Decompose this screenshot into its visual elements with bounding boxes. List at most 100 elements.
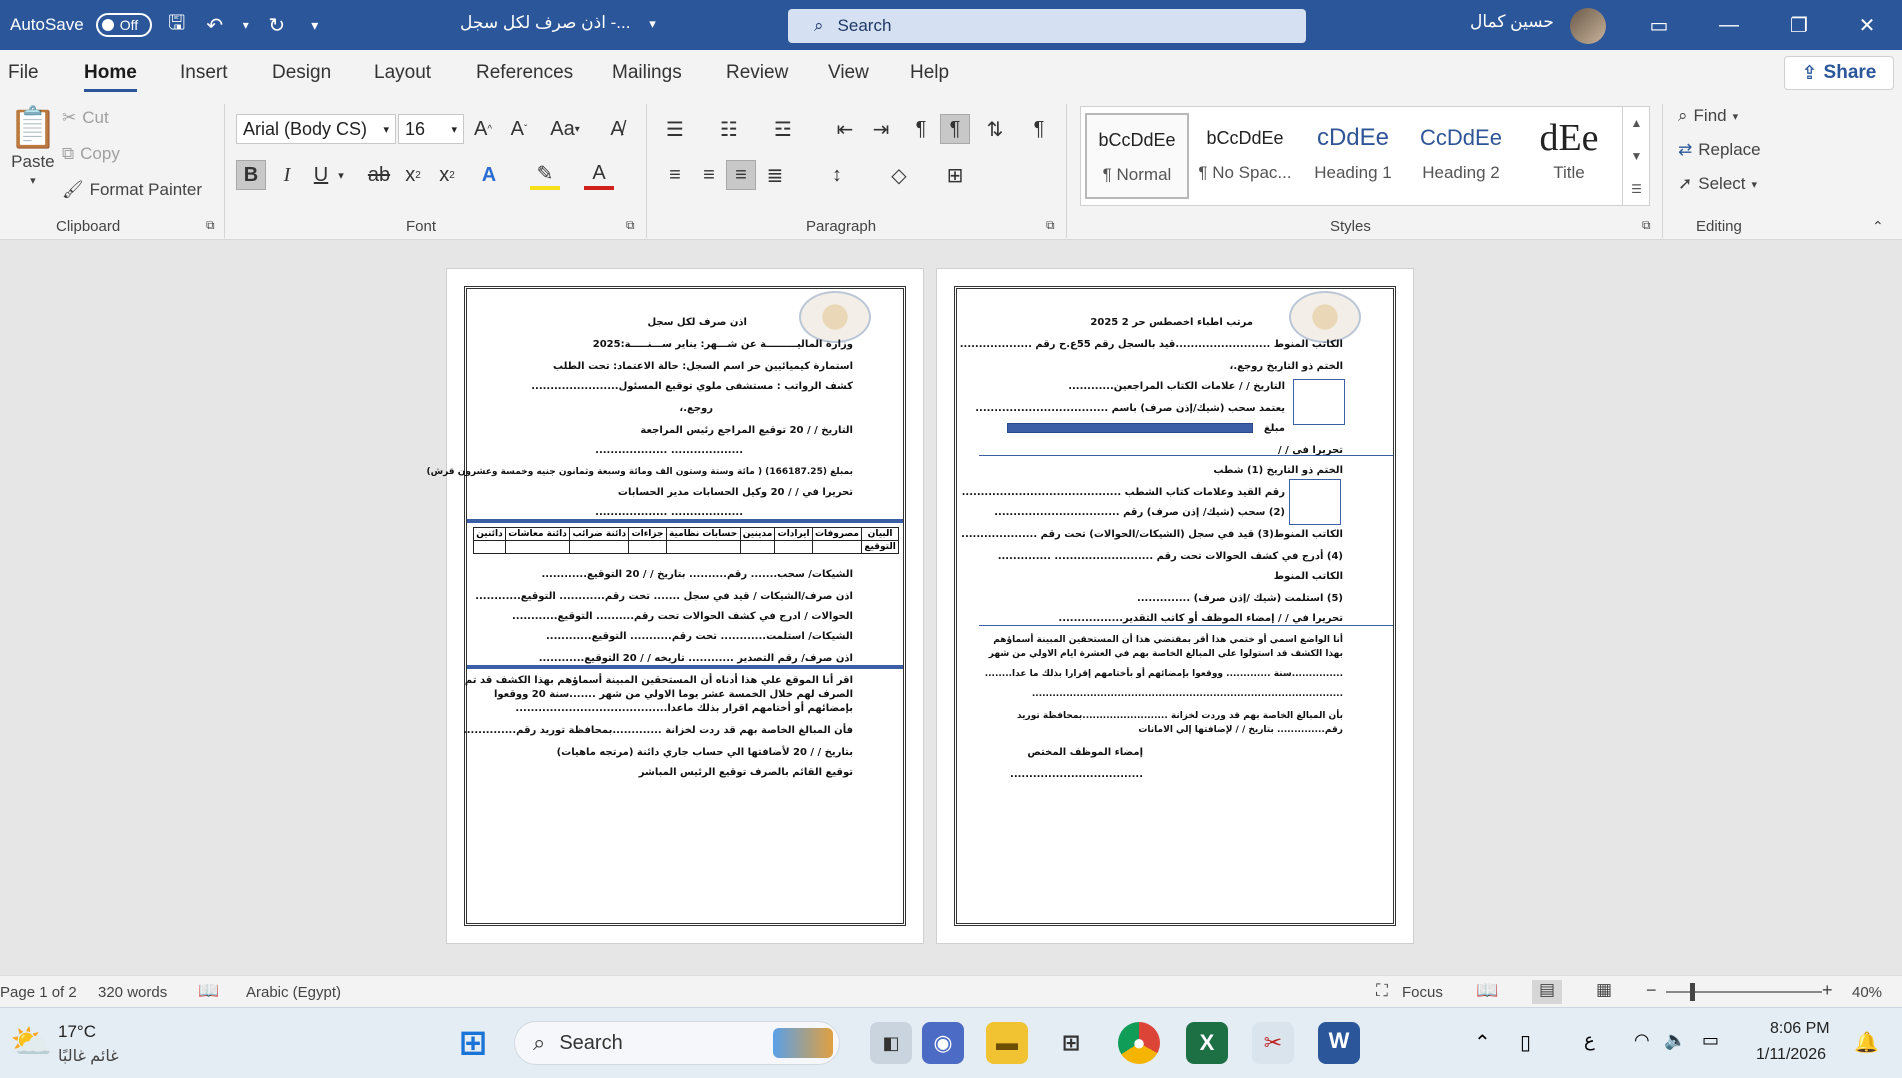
clock-date[interactable]: 1/11/2026 xyxy=(1756,1046,1826,1064)
tab-layout[interactable]: Layout xyxy=(374,62,431,84)
show-formatting-icon[interactable]: ¶ xyxy=(1024,114,1054,144)
chevron-up-icon[interactable]: ▲ xyxy=(1631,116,1643,130)
text-effects-icon[interactable]: A xyxy=(474,160,504,190)
style-heading-2[interactable]: CcDdEe Heading 2 xyxy=(1409,113,1513,199)
autosave-toggle[interactable]: Off xyxy=(95,13,152,37)
ribbon-display-icon[interactable]: ▭ xyxy=(1624,0,1694,50)
snipping-tool-icon[interactable]: ✂ xyxy=(1252,1022,1294,1064)
style-heading-1[interactable]: cDdEe Heading 1 xyxy=(1301,113,1405,199)
tab-file[interactable]: File xyxy=(8,62,39,84)
zoom-in-icon[interactable]: + xyxy=(1822,980,1833,1001)
bold-icon[interactable]: B xyxy=(236,160,266,190)
decrease-indent-icon[interactable]: ⇤ xyxy=(830,114,860,144)
style-title[interactable]: dEe Title xyxy=(1517,113,1621,199)
title-search-box[interactable]: ⌕ Search xyxy=(788,9,1306,43)
zoom-slider[interactable] xyxy=(1666,983,1822,1001)
subscript-icon[interactable]: x2 xyxy=(398,160,428,190)
superscript-icon[interactable]: x2 xyxy=(432,160,462,190)
align-center-icon[interactable]: ≡ xyxy=(694,160,724,190)
notification-bell-icon[interactable]: 🔔 xyxy=(1854,1030,1879,1055)
chrome-icon[interactable]: ● xyxy=(1118,1022,1160,1064)
file-explorer-icon[interactable]: ▬ xyxy=(986,1022,1028,1064)
style-no-spacing[interactable]: bCcDdEe ¶ No Spac... xyxy=(1193,113,1297,199)
strikethrough-icon[interactable]: ab xyxy=(364,160,394,190)
clock-time[interactable]: 8:06 PM xyxy=(1770,1020,1830,1038)
web-layout-icon[interactable]: ▦ xyxy=(1596,980,1612,1000)
restore-icon[interactable]: ❐ xyxy=(1764,0,1834,50)
tab-insert[interactable]: Insert xyxy=(180,62,228,84)
rtl-icon[interactable]: ¶ xyxy=(940,114,970,144)
italic-icon[interactable]: I xyxy=(272,160,302,190)
line-spacing-icon[interactable]: ↕ xyxy=(822,160,852,190)
share-button[interactable]: ⇪ Share xyxy=(1784,56,1894,90)
dialog-launcher-icon[interactable]: ⧉ xyxy=(626,218,635,233)
tab-design[interactable]: Design xyxy=(272,62,331,84)
wifi-icon[interactable]: ◠ xyxy=(1634,1030,1650,1051)
read-mode-icon[interactable]: 📖 xyxy=(1476,980,1498,1001)
page-1[interactable]: اذن صرف لكل سجل وزارة الماليـــــــــة ع… xyxy=(427,268,924,944)
align-right-icon[interactable]: ≡ xyxy=(726,160,756,190)
cut-button[interactable]: ✂ Cut xyxy=(62,108,109,128)
teams-icon[interactable]: ◉ xyxy=(922,1022,964,1064)
tab-references[interactable]: References xyxy=(476,62,573,84)
weather-icon[interactable]: ⛅ xyxy=(10,1022,52,1062)
device-icon[interactable]: ▯ xyxy=(1520,1030,1531,1055)
page-2[interactable]: مرتب اطباء اخصطس حر 2 2025 الكاتب المنوط… xyxy=(936,268,1414,944)
document-area[interactable]: اذن صرف لكل سجل وزارة الماليـــــــــة ع… xyxy=(0,240,1902,975)
more-styles-icon[interactable]: ☰ xyxy=(1631,182,1642,196)
shading-icon[interactable]: ◇ xyxy=(884,160,914,190)
select-button[interactable]: ➚ Select ▾ xyxy=(1678,174,1757,194)
close-icon[interactable]: ✕ xyxy=(1832,0,1902,50)
find-button[interactable]: ⌕ Find ▾ xyxy=(1678,106,1738,126)
increase-indent-icon[interactable]: ⇥ xyxy=(866,114,896,144)
customize-toolbar-icon[interactable]: ▾ xyxy=(302,12,328,38)
style-normal[interactable]: bCcDdEe ¶ Normal xyxy=(1085,113,1189,199)
bullets-icon[interactable]: ☰ xyxy=(660,114,690,144)
language[interactable]: Arabic (Egypt) xyxy=(246,984,341,1001)
excel-icon[interactable]: X xyxy=(1186,1022,1228,1064)
input-language[interactable]: ع xyxy=(1584,1030,1595,1051)
zoom-level[interactable]: 40% xyxy=(1852,984,1882,1001)
focus-button[interactable]: Focus xyxy=(1402,984,1443,1001)
paste-button[interactable]: 📋 Paste ▾ xyxy=(8,106,58,187)
avatar[interactable] xyxy=(1570,8,1606,44)
sort-icon[interactable]: ⇅ xyxy=(980,114,1010,144)
align-left-icon[interactable]: ≡ xyxy=(660,160,690,190)
shrink-font-icon[interactable]: Aˇ xyxy=(504,114,534,144)
dialog-launcher-icon[interactable]: ⧉ xyxy=(206,218,215,233)
word-count[interactable]: 320 words xyxy=(98,984,167,1001)
document-title[interactable]: اذن صرف لكل سجل -... ▾ xyxy=(460,13,656,33)
font-name-combo[interactable]: Arial (Body CS) ▾ xyxy=(236,114,396,144)
highlight-icon[interactable]: ✎ xyxy=(530,160,560,190)
clear-formatting-icon[interactable]: A̸ xyxy=(602,114,632,144)
chevron-up-icon[interactable]: ⌃ xyxy=(1474,1030,1491,1055)
page-count[interactable]: Page 1 of 2 xyxy=(0,984,77,1001)
battery-icon[interactable]: ▭ xyxy=(1702,1030,1719,1051)
grow-font-icon[interactable]: A ^ xyxy=(468,114,498,144)
zoom-slider-thumb[interactable] xyxy=(1690,983,1695,1001)
styles-scroll[interactable]: ▲ ▼ ☰ xyxy=(1622,106,1650,206)
copy-button[interactable]: ⧉ Copy xyxy=(62,144,120,164)
undo-icon[interactable]: ↶ xyxy=(202,12,228,38)
volume-icon[interactable]: 🔈 xyxy=(1664,1030,1686,1051)
user-name[interactable]: حسين كمال xyxy=(1470,12,1554,32)
format-painter-button[interactable]: 🖌 Format Painter xyxy=(62,180,202,200)
windows-start-icon[interactable]: ⊞ xyxy=(452,1022,494,1064)
print-layout-icon[interactable]: ▤ xyxy=(1532,980,1562,1004)
save-icon[interactable]: 🖫 xyxy=(164,12,190,38)
redo-icon[interactable]: ↻ xyxy=(264,12,290,38)
collapse-ribbon-icon[interactable]: ⌃ xyxy=(1872,218,1884,235)
chevron-down-icon[interactable]: ▾ xyxy=(334,160,348,190)
tab-home[interactable]: Home xyxy=(84,62,137,92)
temperature[interactable]: 17°C xyxy=(58,1022,96,1042)
ltr-icon[interactable]: ¶ xyxy=(906,114,936,144)
dialog-launcher-icon[interactable]: ⧉ xyxy=(1642,218,1651,233)
zoom-out-icon[interactable]: − xyxy=(1646,980,1657,1001)
tab-help[interactable]: Help xyxy=(910,62,949,84)
dialog-launcher-icon[interactable]: ⧉ xyxy=(1046,218,1055,233)
change-case-icon[interactable]: Aa ▾ xyxy=(544,114,586,144)
chevron-down-icon[interactable]: ▼ xyxy=(1631,149,1643,163)
numbering-icon[interactable]: ☷ xyxy=(714,114,744,144)
weather-status[interactable]: غائم غالبًا xyxy=(58,1046,119,1066)
tab-mailings[interactable]: Mailings xyxy=(612,62,682,84)
